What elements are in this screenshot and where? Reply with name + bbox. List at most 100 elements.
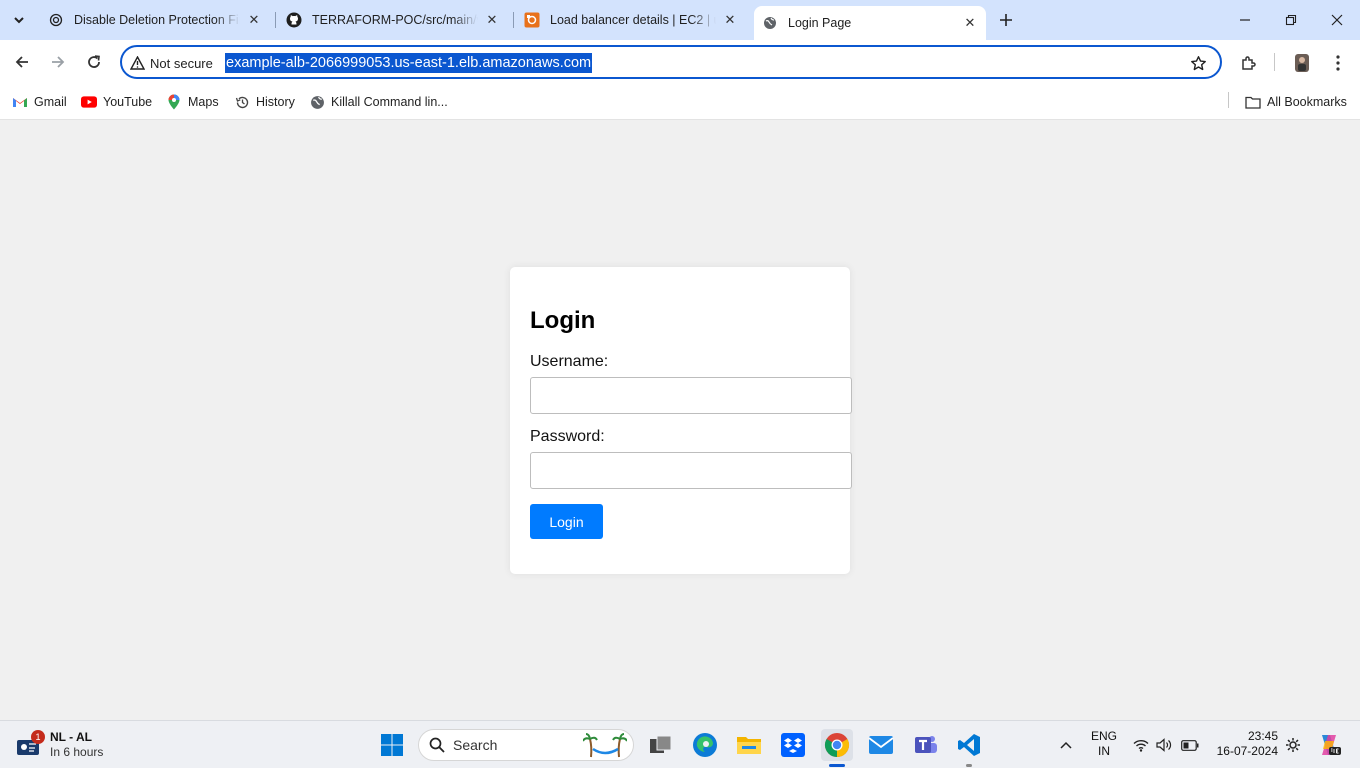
task-view-button[interactable]: [645, 729, 677, 761]
volume-status[interactable]: [1154, 729, 1174, 761]
url-text[interactable]: example-alb-2066999053.us-east-1.elb.ama…: [225, 53, 593, 73]
active-indicator: [829, 764, 845, 767]
login-button[interactable]: Login: [530, 504, 603, 539]
clock-date: 16-07-2024: [1216, 744, 1278, 758]
mail-icon: [868, 736, 894, 754]
mail-taskbar-button[interactable]: [865, 729, 897, 761]
weather-title: NL - AL: [50, 730, 92, 744]
restore-icon: [1285, 14, 1297, 26]
bookmark-killall-command[interactable]: Killall Command lin...: [309, 92, 448, 112]
chrome-taskbar-button[interactable]: [821, 729, 853, 767]
login-heading: Login: [530, 307, 596, 334]
profile-button[interactable]: [1289, 50, 1315, 76]
notification-settings-icon: [1286, 738, 1300, 752]
restore-button[interactable]: [1268, 0, 1314, 40]
tab-disable-deletion-protection[interactable]: Disable Deletion Protection Firs ✕: [40, 6, 270, 34]
running-indicator: [966, 764, 972, 767]
close-icon[interactable]: ✕: [246, 12, 262, 28]
all-bookmarks-button[interactable]: All Bookmarks: [1245, 92, 1347, 112]
tab-title: TERRAFORM-POC/src/main/we: [312, 13, 478, 27]
task-view-icon: [650, 735, 672, 753]
bookmark-gmail[interactable]: Gmail: [12, 92, 67, 112]
teams-icon: [915, 736, 937, 753]
weather-subtitle: In 6 hours: [50, 745, 104, 759]
chevron-down-icon: [14, 17, 24, 24]
tab-terraform-poc[interactable]: TERRAFORM-POC/src/main/we ✕: [278, 6, 508, 34]
bookmark-label: Killall Command lin...: [331, 95, 448, 109]
close-window-button[interactable]: [1314, 0, 1360, 40]
bookmark-star-button[interactable]: [1188, 53, 1208, 73]
close-icon[interactable]: ✕: [722, 12, 738, 28]
language-secondary: IN: [1098, 744, 1110, 758]
wifi-icon: [1133, 739, 1149, 752]
aws-icon: [524, 12, 540, 28]
password-label: Password:: [530, 428, 605, 445]
tab-title: Disable Deletion Protection Firs: [74, 13, 240, 27]
start-button[interactable]: [376, 729, 408, 761]
arrow-left-icon: [15, 56, 28, 68]
system-clock[interactable]: 23:45 16-07-2024: [1212, 729, 1278, 759]
password-field[interactable]: [530, 452, 852, 489]
bookmark-label: YouTube: [103, 95, 153, 109]
browser-menu-button[interactable]: [1325, 50, 1351, 76]
more-vertical-icon: [1336, 55, 1340, 71]
username-label: Username:: [530, 353, 609, 370]
bookmark-history[interactable]: History: [234, 92, 295, 112]
page-content: Login Username: Password: Login: [0, 121, 1360, 720]
show-hidden-icons-button[interactable]: [1056, 729, 1076, 761]
close-icon[interactable]: ✕: [962, 15, 978, 31]
all-bookmarks-label: All Bookmarks: [1267, 95, 1347, 109]
tab-separator: [275, 12, 276, 28]
reload-button[interactable]: [80, 48, 108, 76]
minimize-icon: [1240, 19, 1250, 21]
tab-strip: Disable Deletion Protection Firs ✕ TERRA…: [0, 0, 1360, 40]
tab-separator: [513, 12, 514, 28]
avatar: [1295, 54, 1309, 72]
reload-icon: [88, 55, 100, 68]
tab-load-balancer-details[interactable]: Load balancer details | EC2 | us- ✕: [516, 6, 746, 34]
copilot-button[interactable]: [1314, 729, 1344, 761]
folder-icon: [1245, 94, 1261, 110]
vscode-taskbar-button[interactable]: [953, 729, 985, 767]
gmail-icon: [12, 94, 28, 110]
language-primary: ENG: [1090, 729, 1117, 743]
weather-widget[interactable]: 1 NL - AL In 6 hours: [14, 728, 103, 762]
language-indicator[interactable]: ENG IN: [1088, 729, 1120, 759]
file-explorer-button[interactable]: [733, 729, 765, 761]
history-icon: [234, 94, 250, 110]
openai-icon: [48, 12, 64, 28]
address-bar[interactable]: Not secure example-alb-2066999053.us-eas…: [120, 45, 1222, 79]
search-icon: [429, 737, 445, 753]
beach-decoration-icon: [582, 733, 628, 762]
tab-search-button[interactable]: [6, 8, 32, 32]
back-button[interactable]: [8, 48, 36, 76]
new-tab-button[interactable]: [994, 9, 1018, 31]
forward-button[interactable]: [44, 48, 72, 76]
minimize-button[interactable]: [1222, 0, 1268, 40]
dropbox-button[interactable]: [777, 729, 809, 761]
tab-title: Login Page: [788, 16, 852, 30]
site-info-chip[interactable]: Not secure: [130, 53, 213, 73]
folder-icon: [737, 737, 761, 754]
close-icon[interactable]: ✕: [484, 12, 500, 28]
notifications-button[interactable]: [1283, 729, 1303, 761]
tab-title: Load balancer details | EC2 | us-: [550, 13, 716, 27]
warning-icon: [130, 56, 145, 70]
taskbar-search[interactable]: Search: [418, 729, 634, 761]
bookmarks-separator: [1228, 92, 1229, 108]
bookmark-label: Maps: [188, 95, 219, 109]
username-field[interactable]: [530, 377, 852, 414]
battery-status[interactable]: [1179, 729, 1201, 761]
close-icon: [1331, 14, 1343, 26]
wifi-status[interactable]: [1131, 729, 1151, 761]
bookmark-maps[interactable]: Maps: [166, 92, 219, 112]
extensions-button[interactable]: [1236, 50, 1262, 76]
teams-taskbar-button[interactable]: [909, 729, 941, 761]
bookmark-youtube[interactable]: YouTube: [81, 92, 152, 112]
tab-login-page[interactable]: Login Page ✕: [754, 6, 986, 40]
windows-icon: [381, 734, 403, 756]
github-icon: [286, 12, 302, 28]
bookmark-label: History: [256, 95, 295, 109]
edge-taskbar-button[interactable]: [689, 729, 721, 761]
maps-icon: [166, 94, 182, 110]
